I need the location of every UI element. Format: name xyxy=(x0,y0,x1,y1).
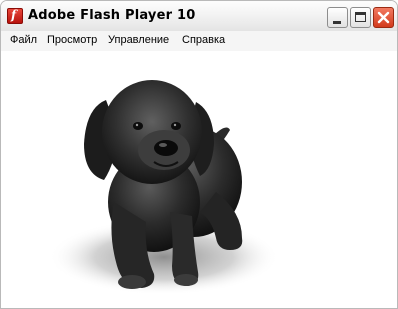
close-icon xyxy=(377,11,390,24)
menu-view[interactable]: Просмотр xyxy=(47,34,97,46)
maximize-button[interactable] xyxy=(350,7,371,28)
close-button[interactable] xyxy=(373,7,394,28)
window-title: Adobe Flash Player 10 xyxy=(28,8,196,23)
minimize-icon xyxy=(333,21,341,24)
menu-file[interactable]: Файл xyxy=(10,34,37,46)
puppy-eye-left xyxy=(133,122,143,130)
puppy-head xyxy=(102,80,202,184)
title-bar[interactable]: f Adobe Flash Player 10 xyxy=(1,1,397,31)
flash-stage[interactable] xyxy=(4,52,394,306)
menu-help[interactable]: Справка xyxy=(182,34,225,46)
maximize-icon xyxy=(355,12,366,22)
puppy-image xyxy=(49,80,279,295)
paw-right xyxy=(174,274,198,286)
minimize-button[interactable] xyxy=(327,7,348,28)
puppy-eye-right xyxy=(171,122,181,130)
flash-player-window: f Adobe Flash Player 10 Файл Просмотр Уп… xyxy=(0,0,398,309)
paw-left xyxy=(118,275,146,289)
menu-bar: Файл Просмотр Управление Справка xyxy=(1,31,397,51)
puppy-nose xyxy=(154,140,178,156)
flash-player-icon[interactable]: f xyxy=(7,8,23,24)
menu-control[interactable]: Управление xyxy=(108,34,169,46)
